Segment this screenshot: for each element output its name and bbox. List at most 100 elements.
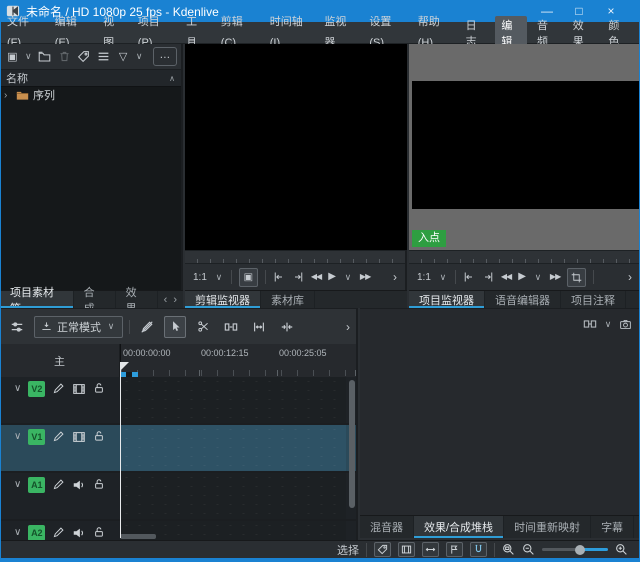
add-clip-button[interactable]: ▣ <box>4 48 21 66</box>
set-zone-in-button[interactable] <box>273 271 285 283</box>
show-audio-thumbnails-toggle[interactable] <box>422 542 439 557</box>
track-head-a1[interactable]: ∨ A1 <box>0 473 119 519</box>
forward-button[interactable]: ▶▶ <box>550 273 560 281</box>
zoom-slider-handle[interactable] <box>575 545 585 555</box>
master-track-button[interactable]: 主 <box>0 344 119 377</box>
track-row-a1[interactable]: ∨ A1 <box>0 473 358 519</box>
tab-audio-mixer[interactable]: 混音器 <box>360 516 414 538</box>
track-edit-icon[interactable] <box>52 382 65 395</box>
play-dropdown-icon[interactable]: ∨ <box>343 272 353 283</box>
track-badge[interactable]: V1 <box>28 429 45 445</box>
mute-track-icon[interactable] <box>72 526 86 540</box>
tab-project-bin[interactable]: 项目素材箱 <box>0 291 74 308</box>
bin-menu-button[interactable] <box>95 48 112 66</box>
project-monitor-seek-ruler[interactable] <box>409 250 640 263</box>
tab-clip-monitor[interactable]: 剪辑监视器 <box>185 291 261 308</box>
mute-track-icon[interactable] <box>72 478 86 492</box>
tab-compositions[interactable]: 合成 <box>74 291 116 308</box>
clip-monitor-zoombar-button[interactable]: ▣ <box>239 268 258 287</box>
zoom-in-button[interactable] <box>615 543 628 556</box>
lock-track-icon[interactable] <box>93 478 105 490</box>
proj-toolbar-expand-icon[interactable]: › <box>628 270 632 284</box>
play-button[interactable]: ▶ <box>518 272 526 282</box>
razor-tool-button[interactable] <box>192 316 214 338</box>
trim-tool-button[interactable] <box>567 268 586 287</box>
lift-zone-button[interactable] <box>248 316 270 338</box>
track-badge[interactable]: V2 <box>28 381 45 397</box>
collapse-track-icon[interactable]: ∨ <box>14 431 21 442</box>
track-lane-a1[interactable] <box>120 473 346 519</box>
track-edit-icon[interactable] <box>52 526 65 539</box>
show-markers-toggle[interactable] <box>446 542 463 557</box>
clip-zoom-dropdown-icon[interactable]: ∨ <box>214 272 224 283</box>
bin-item-sequences-folder[interactable]: › 序列 <box>0 87 181 103</box>
track-badge[interactable]: A1 <box>28 477 45 493</box>
forward-button[interactable]: ▶▶ <box>360 273 370 281</box>
set-zone-out-button[interactable] <box>292 271 304 283</box>
spacer-tool-button[interactable] <box>220 316 242 338</box>
collapse-track-icon[interactable]: ∨ <box>14 383 21 394</box>
sort-ascending-icon[interactable]: ∧ <box>169 74 175 83</box>
compare-dropdown-icon[interactable]: ∨ <box>603 319 613 330</box>
hide-video-icon[interactable] <box>72 430 86 444</box>
track-row-v1[interactable]: ∨ V1 <box>0 425 358 471</box>
timeline-vertical-scrollbar[interactable] <box>349 380 355 508</box>
track-lane-v1[interactable] <box>120 425 346 471</box>
lock-track-icon[interactable] <box>93 382 105 394</box>
tab-project-notes[interactable]: 项目注释 <box>561 291 626 308</box>
clip-monitor-seek-ruler[interactable] <box>185 250 405 263</box>
tag-button[interactable] <box>75 48 92 66</box>
track-edit-icon[interactable] <box>52 430 65 443</box>
filter-dropdown-icon[interactable]: ∨ <box>135 51 144 62</box>
clip-zoom-level[interactable]: 1:1 <box>193 272 207 283</box>
lock-track-icon[interactable] <box>93 430 105 442</box>
collapse-track-icon[interactable]: ∨ <box>14 527 21 538</box>
track-head-v2[interactable]: ∨ V2 <box>0 377 119 423</box>
tab-effect-stack[interactable]: 效果/合成堆栈 <box>414 516 504 538</box>
audio-mixer-toggle-button[interactable] <box>6 316 28 338</box>
track-head-a2[interactable]: ∨ A2 <box>0 521 119 540</box>
tab-library[interactable]: 素材库 <box>261 291 315 308</box>
collapse-track-icon[interactable]: ∨ <box>14 479 21 490</box>
play-dropdown-icon[interactable]: ∨ <box>533 272 543 283</box>
set-zone-in-button[interactable] <box>463 271 475 283</box>
filter-button[interactable]: ▽ <box>115 48 132 66</box>
timeline-ruler[interactable]: 00:00:00:00 00:00:12:15 00:00:25:05 00: <box>120 344 358 377</box>
set-zone-out-button[interactable] <box>482 271 494 283</box>
tab-project-monitor[interactable]: 项目监视器 <box>409 291 485 308</box>
tree-expander-icon[interactable]: › <box>4 90 12 101</box>
track-row-a2[interactable]: ∨ A2 <box>0 521 358 540</box>
timeline-toolbar-expand-icon[interactable]: › <box>346 320 350 334</box>
snap-toggle[interactable] <box>470 542 487 557</box>
timeline-zoom-slider[interactable] <box>542 544 608 556</box>
mix-clips-button[interactable] <box>136 316 158 338</box>
show-tags-toggle[interactable] <box>374 542 391 557</box>
tab-subtitles[interactable]: 字幕 <box>591 516 634 538</box>
project-monitor-video-area[interactable] <box>412 81 640 209</box>
tab-speech-editor[interactable]: 语音编辑器 <box>485 291 561 308</box>
track-lane-v2[interactable] <box>120 377 346 423</box>
add-clip-dropdown-icon[interactable]: ∨ <box>24 51 33 62</box>
delete-button[interactable] <box>56 48 73 66</box>
rewind-button[interactable]: ◀◀ <box>311 273 321 281</box>
track-row-v2[interactable]: ∨ V2 <box>0 377 358 423</box>
track-head-v1[interactable]: ∨ V1 <box>0 425 119 471</box>
track-edit-icon[interactable] <box>52 478 65 491</box>
proj-zoom-level[interactable]: 1:1 <box>417 272 431 283</box>
timeline-horizontal-scrollbar[interactable] <box>120 534 156 539</box>
bin-overflow-button[interactable]: … <box>153 47 177 66</box>
save-effect-stack-button[interactable] <box>619 318 632 331</box>
show-video-thumbnails-toggle[interactable] <box>398 542 415 557</box>
lock-track-icon[interactable] <box>93 526 105 538</box>
compare-effect-button[interactable] <box>583 317 597 331</box>
edit-mode-dropdown[interactable]: 正常模式 ∨ <box>34 316 123 338</box>
playhead-flag[interactable] <box>120 362 129 371</box>
create-folder-button[interactable] <box>36 48 53 66</box>
proj-zoom-dropdown-icon[interactable]: ∨ <box>438 272 448 283</box>
hide-video-icon[interactable] <box>72 382 86 396</box>
play-button[interactable]: ▶ <box>328 272 336 282</box>
clip-toolbar-expand-icon[interactable]: › <box>393 270 397 284</box>
ripple-tool-button[interactable] <box>276 316 298 338</box>
tab-scroll-right-icon[interactable]: › <box>173 294 177 306</box>
track-badge[interactable]: A2 <box>28 525 45 540</box>
